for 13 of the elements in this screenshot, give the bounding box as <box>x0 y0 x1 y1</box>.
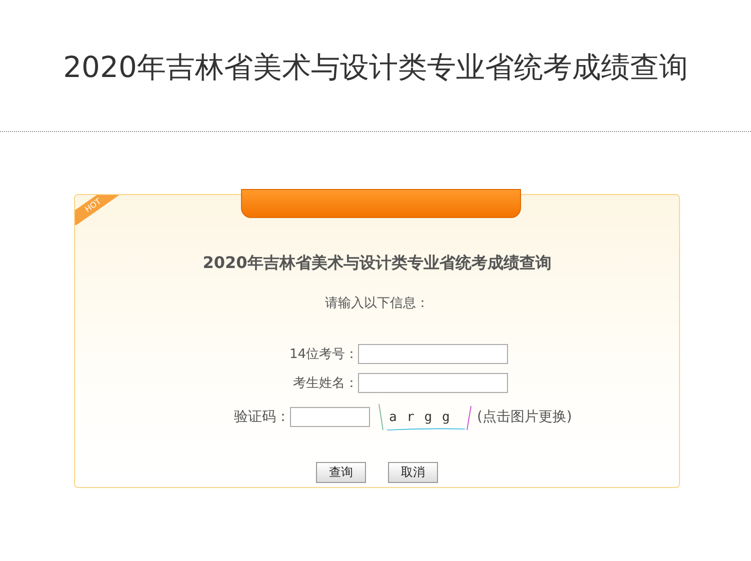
card-title: 2020年吉林省美术与设计类专业省统考成绩查询 <box>202 253 552 274</box>
captcha-field[interactable] <box>290 407 370 427</box>
field-label: 考生姓名： <box>292 375 358 392</box>
input-field[interactable] <box>358 373 508 393</box>
captcha-image[interactable]: a r g g <box>377 402 474 432</box>
field-label: 验证码： <box>233 408 290 426</box>
instruction-text: 请输入以下信息： <box>325 295 429 312</box>
page-title: 2020年吉林省美术与设计类专业省统考成绩查询 <box>63 48 688 86</box>
field-label: 14位考号： <box>288 346 358 363</box>
query-button[interactable]: 查询 <box>316 462 366 483</box>
captcha-hint: (点击图片更换) <box>477 408 572 426</box>
input-field[interactable] <box>358 344 508 364</box>
cancel-button[interactable]: 取消 <box>388 462 438 483</box>
